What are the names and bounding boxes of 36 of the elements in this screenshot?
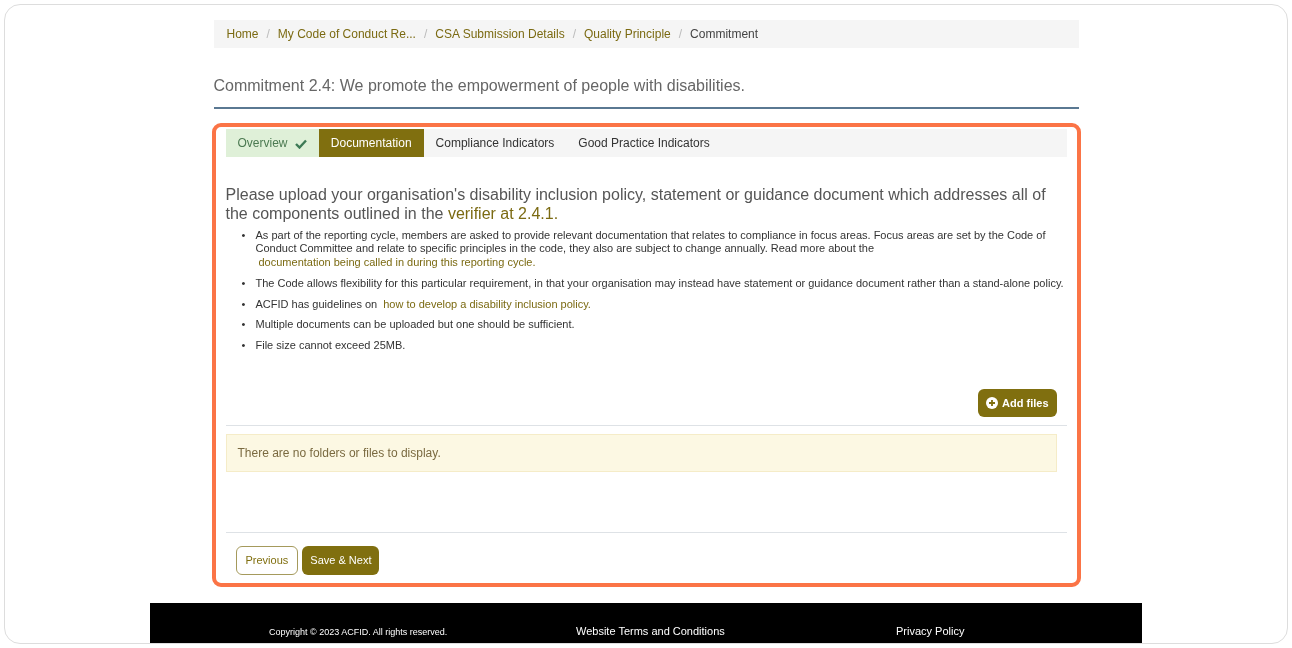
tab[interactable]: Good Practice Indicators [566, 129, 722, 158]
add-files-button[interactable]: Add files [978, 388, 1057, 418]
page-title: Commitment 2.4: We promote the empowerment of people with disabilities. [213, 76, 1079, 110]
terms-link[interactable]: Website Terms and Conditions [576, 622, 896, 639]
privacy-link[interactable]: Privacy Policy [896, 622, 965, 639]
bullet-text: As part of the reporting cycle, members are asked to provide relevant documentation that relates to compliance in focus areas. Focus areas are set by the Code of Conduct Committee and relate to specific principles in the code, they also are subject to change annually. Read more about the documentation being called in during this reporting cycle. [255, 228, 1047, 270]
text-link[interactable]: how to develop a disability inclusion policy. [380, 297, 591, 310]
previous-button[interactable]: Previous [235, 546, 299, 575]
bullet-text: ACFID has guidelines on how to develop a disability inclusion policy. [255, 297, 591, 312]
breadcrumb-separator: / [265, 26, 271, 43]
breadcrumb-current: Commitment [690, 26, 759, 43]
copyright-text: Copyright © 2023 ACFID. All rights reserved. [269, 625, 449, 639]
breadcrumb-separator: / [571, 26, 577, 43]
plus-circle-icon [986, 397, 999, 410]
breadcrumb-separator: / [677, 26, 684, 43]
breadcrumb-link[interactable]: My Code of Conduct Re... [277, 25, 416, 43]
upload-instructions: Please upload your organisation's disability inclusion policy, statement or guidance document which addresses all of the components outlined in the verifier at 2.4.1. [225, 185, 1047, 224]
bullet-text: Multiple documents can be uploaded but one should be sufficient. [255, 318, 575, 333]
tab[interactable]: Overview [225, 129, 319, 158]
bullet-marker: • [241, 297, 247, 312]
bullet-marker: • [241, 228, 247, 243]
breadcrumb-link[interactable]: CSA Submission Details [435, 25, 565, 43]
verifier-link[interactable]: verifier at 2.4.1. [447, 205, 559, 223]
text-link[interactable]: documentation being called in during this reporting cycle. [255, 256, 536, 269]
empty-message: There are no folders or files to display. [225, 434, 1057, 473]
breadcrumb-link[interactable]: Home [226, 25, 259, 43]
bullet-text: The Code allows flexibility for this particular requirement, in that your organisation may instead have statement or guidance document rather than a stand-alone policy. [255, 276, 1064, 291]
bullet-marker: • [241, 276, 247, 291]
bullet-text: File size cannot exceed 25MB. [255, 339, 406, 353]
breadcrumb-separator: / [422, 26, 429, 43]
bullet-marker: • [241, 339, 247, 353]
tab[interactable]: Compliance Indicators [423, 129, 567, 158]
bullet-marker: • [241, 318, 247, 333]
tab[interactable]: Documentation [318, 129, 424, 158]
save-next-button[interactable]: Save & Next [302, 546, 380, 575]
breadcrumb-link[interactable]: Quality Principle [584, 25, 671, 43]
